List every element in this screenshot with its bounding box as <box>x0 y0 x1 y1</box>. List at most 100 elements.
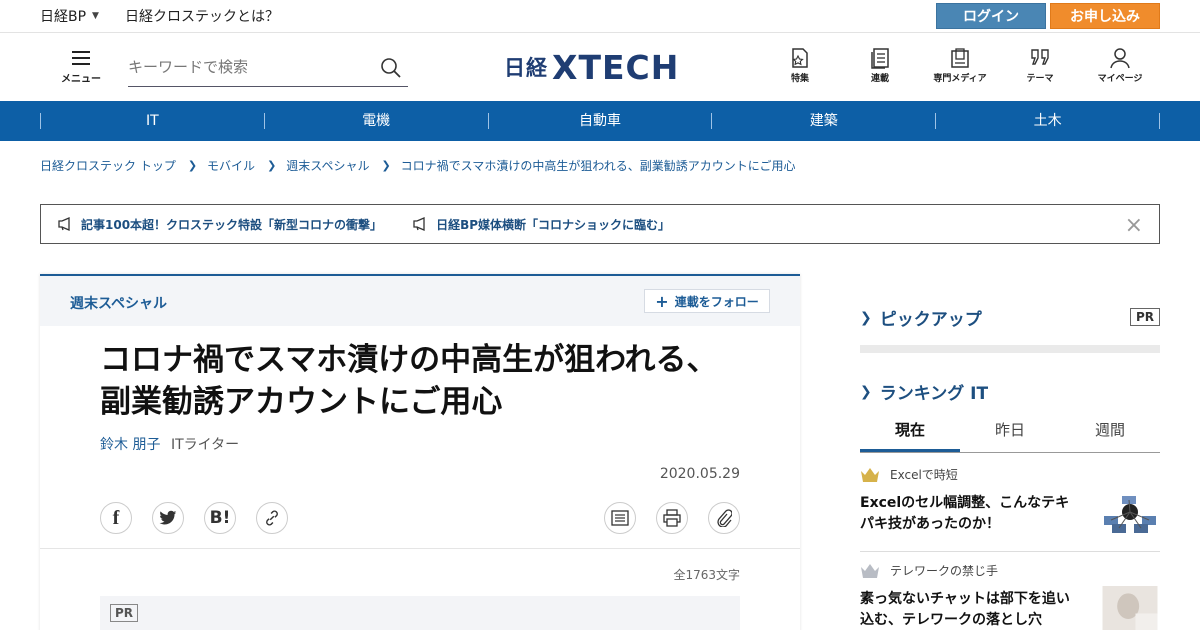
chevron-right-icon: ❯ <box>267 159 277 172</box>
search-icon[interactable] <box>380 57 402 79</box>
nav-feature[interactable]: 特集 <box>760 47 840 84</box>
series-icon <box>871 48 889 69</box>
crown-gold-icon <box>861 467 879 482</box>
signup-button[interactable]: お申し込み <box>1050 3 1160 29</box>
ranking-title: 素っ気ないチャットは部下を追い込む、テレワークの落とし穴 <box>860 591 1070 628</box>
twitter-icon <box>159 510 177 525</box>
chevron-right-icon: ❯ <box>860 309 872 326</box>
author-role: ITライター <box>171 437 240 453</box>
series-bar: 週末スペシャル + 連載をフォロー <box>40 276 800 326</box>
ranking-divider <box>860 551 1160 552</box>
menu-button[interactable]: メニュー <box>60 51 102 85</box>
tab-yesterday[interactable]: 昨日 <box>960 412 1060 452</box>
ranking-category: Excelで時短 <box>890 468 958 482</box>
login-button[interactable]: ログイン <box>936 3 1046 29</box>
ranking-title: Excelのセル幅調整、こんなテキパキ技があったのか！ <box>860 495 1070 532</box>
divider <box>40 548 800 549</box>
megaphone-icon <box>413 217 425 231</box>
nav-mypage[interactable]: マイページ <box>1080 47 1160 84</box>
notice-text-1: 記事100本超！クロステック特設「新型コロナの衝撃」 <box>81 217 383 232</box>
category-doboku[interactable]: 土木 <box>935 113 1160 129</box>
thumbnail-image <box>1102 586 1158 630</box>
category-nav: IT 電機 自動車 建築 土木 <box>0 101 1200 141</box>
chevron-down-icon: ▼ <box>92 11 99 21</box>
breadcrumb: 日経クロステック トップ ❯ モバイル ❯ 週末スペシャル ❯ コロナ禍でスマホ… <box>40 157 795 174</box>
series-link[interactable]: 週末スペシャル <box>70 293 167 313</box>
theme-icon <box>1031 49 1049 65</box>
chevron-right-icon: ❯ <box>187 159 198 172</box>
copy-link-button[interactable] <box>256 502 288 534</box>
nav-theme[interactable]: テーマ <box>1000 47 1080 84</box>
megaphone-icon <box>58 217 70 231</box>
twitter-share-button[interactable] <box>152 502 184 534</box>
pr-box: PR <box>100 596 740 630</box>
plus-icon: + <box>655 291 669 311</box>
print-button[interactable] <box>656 502 688 534</box>
ranking-label: ランキング IT <box>879 384 989 404</box>
top-utility-bar: 日経BP ▼ 日経クロステックとは？ ログイン お申し込み <box>0 0 1200 33</box>
crown-silver-icon <box>861 563 879 578</box>
nav-feature-label: 特集 <box>790 74 809 84</box>
follow-series-button[interactable]: + 連載をフォロー <box>644 289 770 313</box>
category-jidosha[interactable]: 自動車 <box>487 113 712 129</box>
ranking-category: テレワークの禁じ手 <box>890 564 999 578</box>
user-icon <box>1110 48 1130 69</box>
nav-series[interactable]: 連載 <box>840 47 920 84</box>
breadcrumb-top[interactable]: 日経クロステック トップ <box>40 157 176 174</box>
facebook-share-button[interactable]: f <box>100 502 132 534</box>
follow-label: 連載をフォロー <box>674 294 759 309</box>
thumbnail-image <box>1104 496 1156 533</box>
notice-link-2[interactable]: 日経BP媒体横断「コロナショックに臨む」 <box>412 216 670 233</box>
pr-tag: PR <box>110 604 139 622</box>
link-icon <box>266 510 278 526</box>
hatena-icon: B! <box>209 508 231 528</box>
search-box <box>128 51 408 87</box>
ranking-item[interactable]: Excelで時短 Excelのセル幅調整、こんなテキパキ技があったのか！ <box>860 466 1160 535</box>
ranking-heading: ❯ ランキング IT <box>860 379 989 405</box>
tab-weekly[interactable]: 週間 <box>1060 412 1160 452</box>
pickup-label: ピックアップ <box>879 310 982 330</box>
media-icon <box>951 48 969 68</box>
site-logo[interactable]: 日経 XTECH <box>504 48 679 87</box>
hamburger-icon <box>72 51 90 65</box>
print-icon <box>663 509 681 527</box>
close-icon[interactable]: × <box>1125 213 1143 238</box>
ranking-category-line: Excelで時短 <box>860 466 1160 483</box>
character-count: 全1763文字 <box>673 568 740 582</box>
paperclip-icon <box>717 509 732 527</box>
category-it[interactable]: IT <box>40 113 264 129</box>
search-input[interactable] <box>128 51 368 83</box>
hatena-bookmark-button[interactable]: B! <box>204 502 236 534</box>
breadcrumb-series[interactable]: 週末スペシャル <box>286 157 369 174</box>
pickup-heading: ❯ ピックアップ <box>860 305 982 331</box>
pickup-placeholder <box>860 345 1160 353</box>
facebook-icon: f <box>112 506 120 529</box>
notice-link-1[interactable]: 記事100本超！クロステック特設「新型コロナの衝撃」 <box>57 216 382 233</box>
notice-banner: 記事100本超！クロステック特設「新型コロナの衝撃」 日経BP媒体横断「コロナシ… <box>40 204 1160 244</box>
ranking-tabs: 現在 昨日 週間 <box>860 412 1160 453</box>
breadcrumb-current[interactable]: コロナ禍でスマホ漬けの中高生が狙われる、副業勧誘アカウントにご用心 <box>401 157 796 174</box>
text-view-button[interactable] <box>604 502 636 534</box>
author-name[interactable]: 鈴木 朋子 <box>100 434 160 454</box>
brand-label: 日経BP <box>40 9 87 25</box>
header-nav: 特集 連載 専門メディア テーマ マイページ <box>760 47 1160 84</box>
chevron-right-icon: ❯ <box>860 383 872 400</box>
nav-media[interactable]: 専門メディア <box>920 47 1000 84</box>
menu-label: メニュー <box>61 74 101 85</box>
category-denki[interactable]: 電機 <box>263 113 488 129</box>
category-kenchiku[interactable]: 建築 <box>711 113 935 129</box>
breadcrumb-mobile[interactable]: モバイル <box>207 157 255 174</box>
tab-now[interactable]: 現在 <box>860 412 960 452</box>
feature-icon <box>792 48 808 68</box>
clip-button[interactable] <box>708 502 740 534</box>
sidebar-pr-tag: PR <box>1129 308 1160 326</box>
nav-series-label: 連載 <box>870 74 889 84</box>
article-text-icon <box>611 510 629 526</box>
nav-media-label: 専門メディア <box>933 74 987 84</box>
publish-date: 2020.05.29 <box>659 466 740 482</box>
about-link[interactable]: 日経クロステックとは？ <box>125 6 279 26</box>
nav-mypage-label: マイページ <box>1097 74 1143 84</box>
ranking-item[interactable]: テレワークの禁じ手 素っ気ないチャットは部下を追い込む、テレワークの落とし穴 <box>860 562 1160 630</box>
chevron-right-icon: ❯ <box>381 159 391 172</box>
brand-menu[interactable]: 日経BP ▼ <box>40 6 99 26</box>
